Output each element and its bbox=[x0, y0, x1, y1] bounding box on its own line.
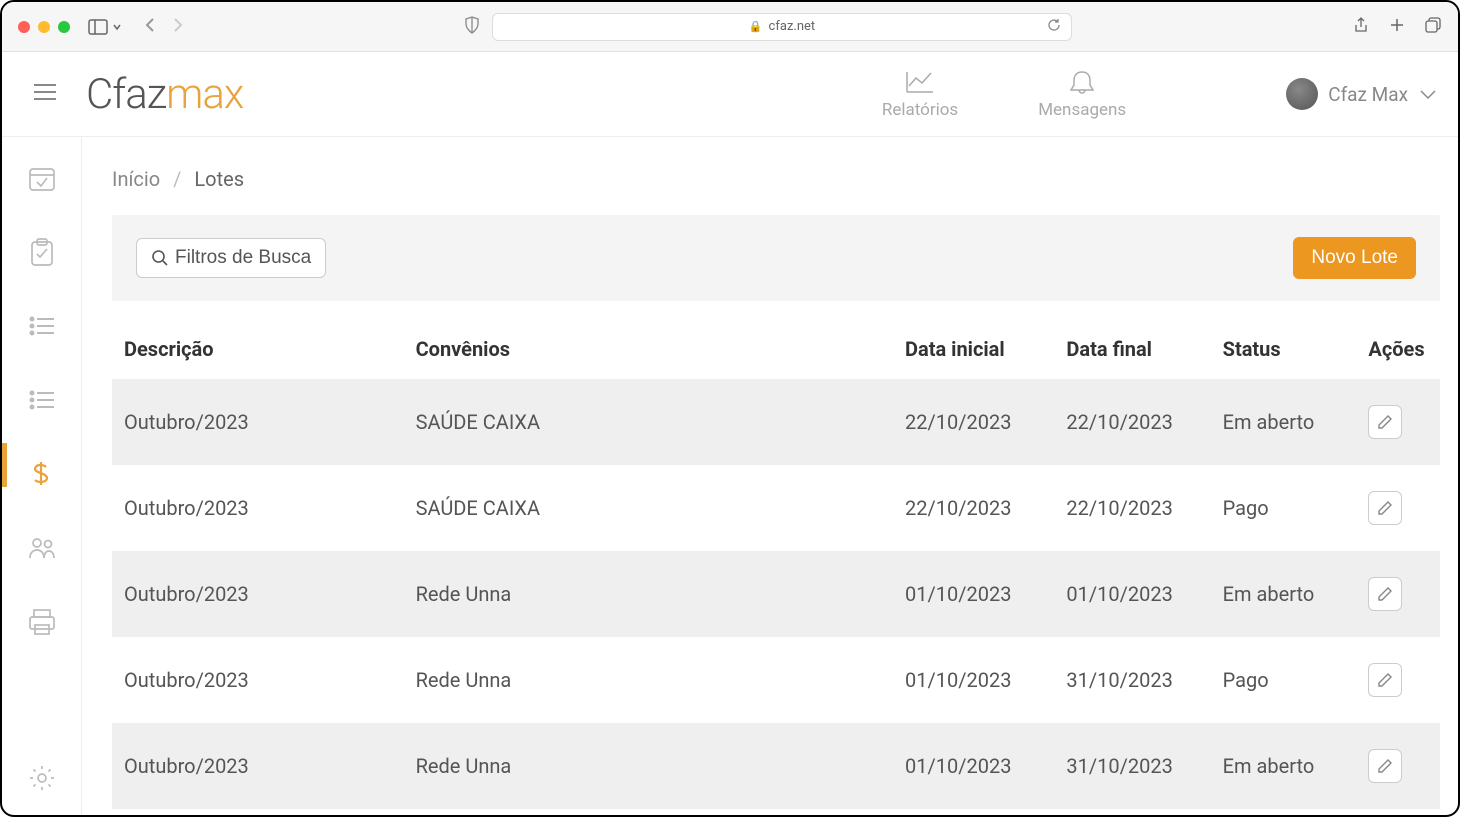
browser-chrome: 🔒 cfaz.net bbox=[2, 2, 1458, 52]
cell-data-final: 31/10/2023 bbox=[1054, 637, 1210, 723]
sidebar-toggle-icon[interactable] bbox=[88, 19, 122, 35]
window-maximize-icon[interactable] bbox=[58, 21, 70, 33]
cell-data-inicial: 22/10/2023 bbox=[893, 465, 1054, 551]
window-minimize-icon[interactable] bbox=[38, 21, 50, 33]
cell-descricao: Outubro/2023 bbox=[112, 637, 404, 723]
edit-button[interactable] bbox=[1368, 663, 1402, 697]
tabs-icon[interactable] bbox=[1424, 16, 1442, 38]
cell-data-inicial: 22/10/2023 bbox=[893, 379, 1054, 465]
main-content: Início / Lotes Filtros de Busca Novo Lot… bbox=[82, 137, 1458, 815]
address-bar[interactable]: 🔒 cfaz.net bbox=[492, 13, 1072, 41]
breadcrumb-home[interactable]: Início bbox=[112, 167, 160, 191]
cell-convenios: SAÚDE CAIXA bbox=[404, 379, 893, 465]
cell-convenios: Rede Unna bbox=[404, 723, 893, 809]
cell-data-final: 22/10/2023 bbox=[1054, 465, 1210, 551]
search-icon bbox=[151, 249, 169, 267]
cell-data-inicial: 01/10/2023 bbox=[893, 723, 1054, 809]
rail-print-icon[interactable] bbox=[25, 605, 59, 639]
pencil-icon bbox=[1377, 500, 1393, 516]
cell-status: Em aberto bbox=[1211, 379, 1357, 465]
filter-label: Filtros de Busca bbox=[175, 247, 311, 269]
url-text: cfaz.net bbox=[769, 19, 816, 34]
logo[interactable]: Cfazmax bbox=[86, 70, 243, 119]
cell-descricao: Outubro/2023 bbox=[112, 465, 404, 551]
cell-data-inicial: 01/10/2023 bbox=[893, 637, 1054, 723]
pencil-icon bbox=[1377, 672, 1393, 688]
rail-list1-icon[interactable] bbox=[25, 309, 59, 343]
table-row: Outubro/2023 Rede Unna 01/10/2023 01/10/… bbox=[112, 551, 1440, 637]
nav-reports[interactable]: Relatórios bbox=[882, 68, 958, 120]
th-descricao: Descrição bbox=[112, 319, 404, 379]
table-row: Outubro/2023 SAÚDE CAIXA 22/10/2023 22/1… bbox=[112, 465, 1440, 551]
rail-list2-icon[interactable] bbox=[25, 383, 59, 417]
breadcrumb-current: Lotes bbox=[194, 167, 244, 191]
cell-data-inicial: 01/10/2023 bbox=[893, 551, 1054, 637]
rail-settings-icon[interactable] bbox=[25, 761, 59, 795]
edit-button[interactable] bbox=[1368, 491, 1402, 525]
user-name: Cfaz Max bbox=[1328, 83, 1408, 106]
rail-calendar-icon[interactable] bbox=[25, 161, 59, 195]
edit-button[interactable] bbox=[1368, 405, 1402, 439]
cell-convenios: Rede Unna bbox=[404, 637, 893, 723]
rail-users-icon[interactable] bbox=[25, 531, 59, 565]
left-rail bbox=[2, 137, 82, 815]
th-data-inicial: Data inicial bbox=[893, 319, 1054, 379]
cell-status: Pago bbox=[1211, 465, 1357, 551]
cell-status: Em aberto bbox=[1211, 723, 1357, 809]
pencil-icon bbox=[1377, 758, 1393, 774]
nav-forward-icon[interactable] bbox=[172, 17, 184, 37]
cell-convenios: SAÚDE CAIXA bbox=[404, 465, 893, 551]
edit-button[interactable] bbox=[1368, 749, 1402, 783]
pencil-icon bbox=[1377, 414, 1393, 430]
avatar bbox=[1286, 78, 1318, 110]
cell-status: Em aberto bbox=[1211, 551, 1357, 637]
hamburger-menu-icon[interactable] bbox=[32, 81, 58, 107]
toolbar: Filtros de Busca Novo Lote bbox=[112, 215, 1440, 301]
active-indicator bbox=[2, 443, 7, 487]
chevron-down-icon bbox=[1418, 87, 1438, 101]
pencil-icon bbox=[1377, 586, 1393, 602]
table-row: Outubro/2023 Rede Unna 01/10/2023 31/10/… bbox=[112, 637, 1440, 723]
window-close-icon[interactable] bbox=[18, 21, 30, 33]
cell-data-final: 22/10/2023 bbox=[1054, 379, 1210, 465]
cell-descricao: Outubro/2023 bbox=[112, 551, 404, 637]
breadcrumb: Início / Lotes bbox=[112, 167, 1440, 191]
rail-finance-icon[interactable] bbox=[25, 457, 59, 491]
th-status: Status bbox=[1211, 319, 1357, 379]
nav-messages-label: Mensagens bbox=[1038, 100, 1126, 120]
nav-back-icon[interactable] bbox=[144, 17, 156, 37]
user-menu[interactable]: Cfaz Max bbox=[1286, 78, 1438, 110]
share-icon[interactable] bbox=[1352, 16, 1370, 38]
table-row: Outubro/2023 SAÚDE CAIXA 22/10/2023 22/1… bbox=[112, 379, 1440, 465]
app-header: Cfazmax Relatórios Mensagens Cfaz Max bbox=[2, 52, 1458, 137]
reload-icon[interactable] bbox=[1047, 18, 1061, 36]
th-convenios: Convênios bbox=[404, 319, 893, 379]
cell-acoes bbox=[1356, 637, 1440, 723]
table-row: Outubro/2023 Rede Unna 01/10/2023 31/10/… bbox=[112, 723, 1440, 809]
rail-clipboard-icon[interactable] bbox=[25, 235, 59, 269]
cell-acoes bbox=[1356, 551, 1440, 637]
lotes-table: Descrição Convênios Data inicial Data fi… bbox=[112, 319, 1440, 809]
cell-descricao: Outubro/2023 bbox=[112, 723, 404, 809]
new-tab-icon[interactable] bbox=[1388, 16, 1406, 38]
cell-acoes bbox=[1356, 723, 1440, 809]
th-acoes: Ações bbox=[1356, 319, 1440, 379]
cell-acoes bbox=[1356, 379, 1440, 465]
cell-status: Pago bbox=[1211, 637, 1357, 723]
cell-convenios: Rede Unna bbox=[404, 551, 893, 637]
cell-data-final: 31/10/2023 bbox=[1054, 723, 1210, 809]
cell-data-final: 01/10/2023 bbox=[1054, 551, 1210, 637]
new-lote-button[interactable]: Novo Lote bbox=[1293, 237, 1416, 279]
edit-button[interactable] bbox=[1368, 577, 1402, 611]
cell-acoes bbox=[1356, 465, 1440, 551]
th-data-final: Data final bbox=[1054, 319, 1210, 379]
cell-descricao: Outubro/2023 bbox=[112, 379, 404, 465]
nav-reports-label: Relatórios bbox=[882, 100, 958, 120]
lock-icon: 🔒 bbox=[749, 20, 763, 33]
filter-button[interactable]: Filtros de Busca bbox=[136, 238, 326, 278]
shield-icon[interactable] bbox=[464, 16, 480, 38]
nav-messages[interactable]: Mensagens bbox=[1038, 68, 1126, 120]
